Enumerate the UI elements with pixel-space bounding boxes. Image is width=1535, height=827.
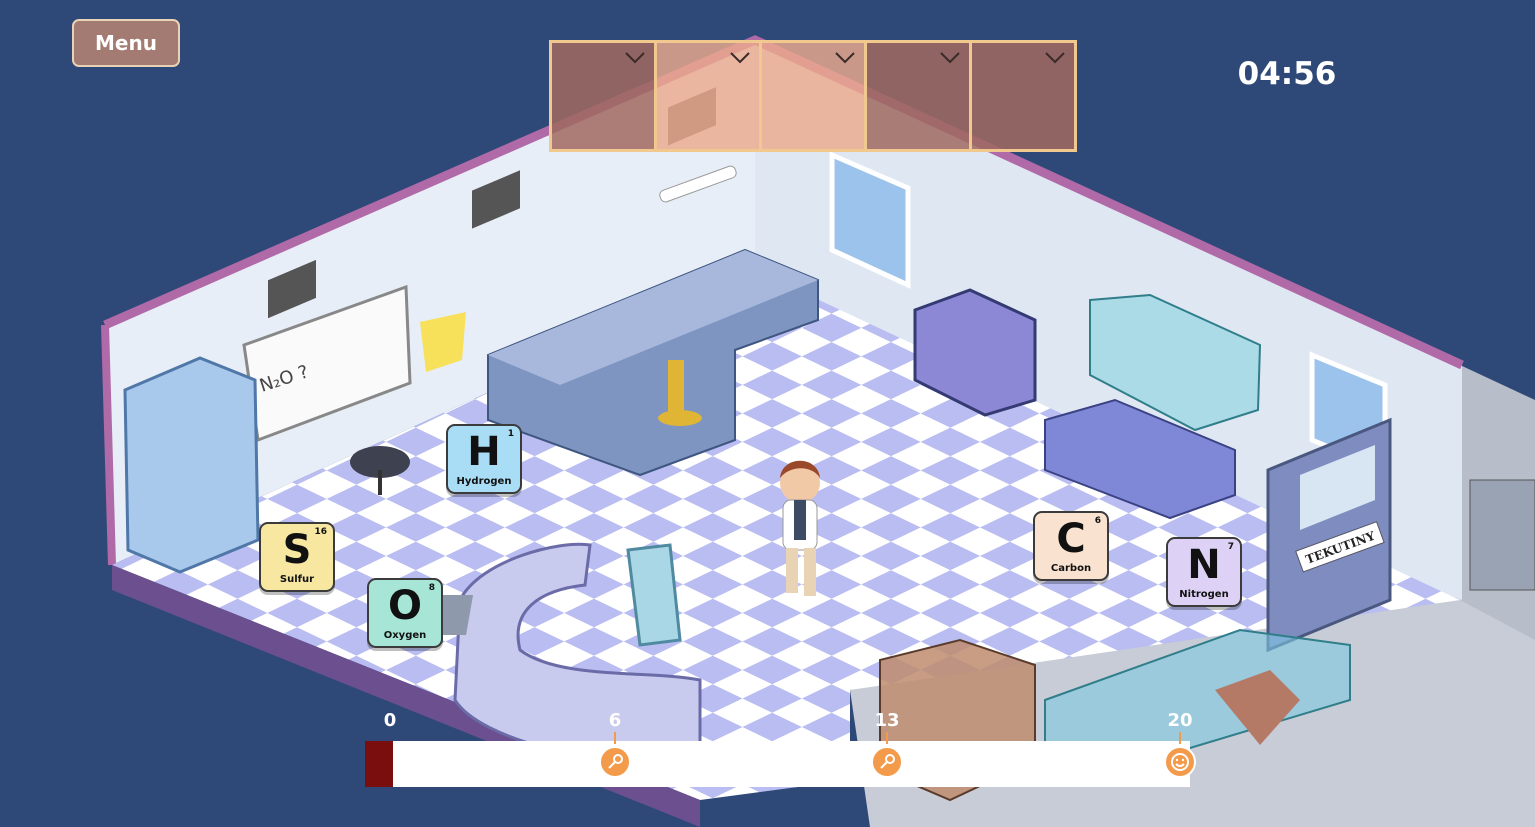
answer-slot-1[interactable] [552, 43, 657, 149]
element-name: Nitrogen [1179, 589, 1229, 600]
smiley-icon [1171, 753, 1189, 771]
element-name: Hydrogen [456, 476, 512, 487]
milestone-reward-6[interactable] [599, 746, 631, 778]
milestone-label-6: 6 [608, 710, 622, 731]
atomic-number: 16 [314, 527, 327, 537]
milestone-label-0: 0 [383, 710, 397, 731]
answer-slot-4[interactable] [867, 43, 972, 149]
menu-button[interactable]: Menu [72, 19, 180, 67]
score-progress-bar: 0 6 13 20 [365, 708, 1205, 788]
milestone-label-20: 20 [1167, 710, 1193, 731]
chevron-down-icon [835, 52, 855, 64]
milestone-label-13: 13 [874, 710, 900, 731]
control-panel [1469, 479, 1535, 591]
key-icon [880, 754, 895, 769]
element-tile-nitrogen[interactable]: N 7 Nitrogen [1166, 537, 1242, 607]
atomic-number: 8 [428, 583, 435, 593]
key-icon [608, 754, 623, 769]
chevron-down-icon [730, 52, 750, 64]
answer-slots [549, 40, 1077, 152]
atomic-number: 1 [507, 429, 514, 439]
element-tile-sulfur[interactable]: S 16 Sulfur [259, 522, 335, 592]
answer-slot-2[interactable] [657, 43, 762, 149]
countdown-timer: 04:56 [1237, 56, 1337, 92]
answer-slot-3[interactable] [762, 43, 867, 149]
atomic-number: 6 [1094, 516, 1101, 526]
answer-slot-5[interactable] [972, 43, 1074, 149]
milestone-reward-13[interactable] [871, 746, 903, 778]
element-name: Oxygen [383, 630, 427, 641]
chevron-down-icon [940, 52, 960, 64]
element-tile-carbon[interactable]: C 6 Carbon [1033, 511, 1109, 581]
element-name: Sulfur [279, 574, 315, 585]
element-tile-hydrogen[interactable]: H 1 Hydrogen [446, 424, 522, 494]
glass-cabinet [123, 356, 260, 574]
element-tile-oxygen[interactable]: O 8 Oxygen [367, 578, 443, 648]
atomic-number: 7 [1227, 542, 1234, 552]
milestone-reward-20[interactable] [1164, 746, 1196, 778]
progress-fill [365, 741, 393, 787]
progress-track [365, 741, 1190, 787]
element-name: Carbon [1050, 563, 1092, 574]
chevron-down-icon [625, 52, 645, 64]
chevron-down-icon [1045, 52, 1065, 64]
